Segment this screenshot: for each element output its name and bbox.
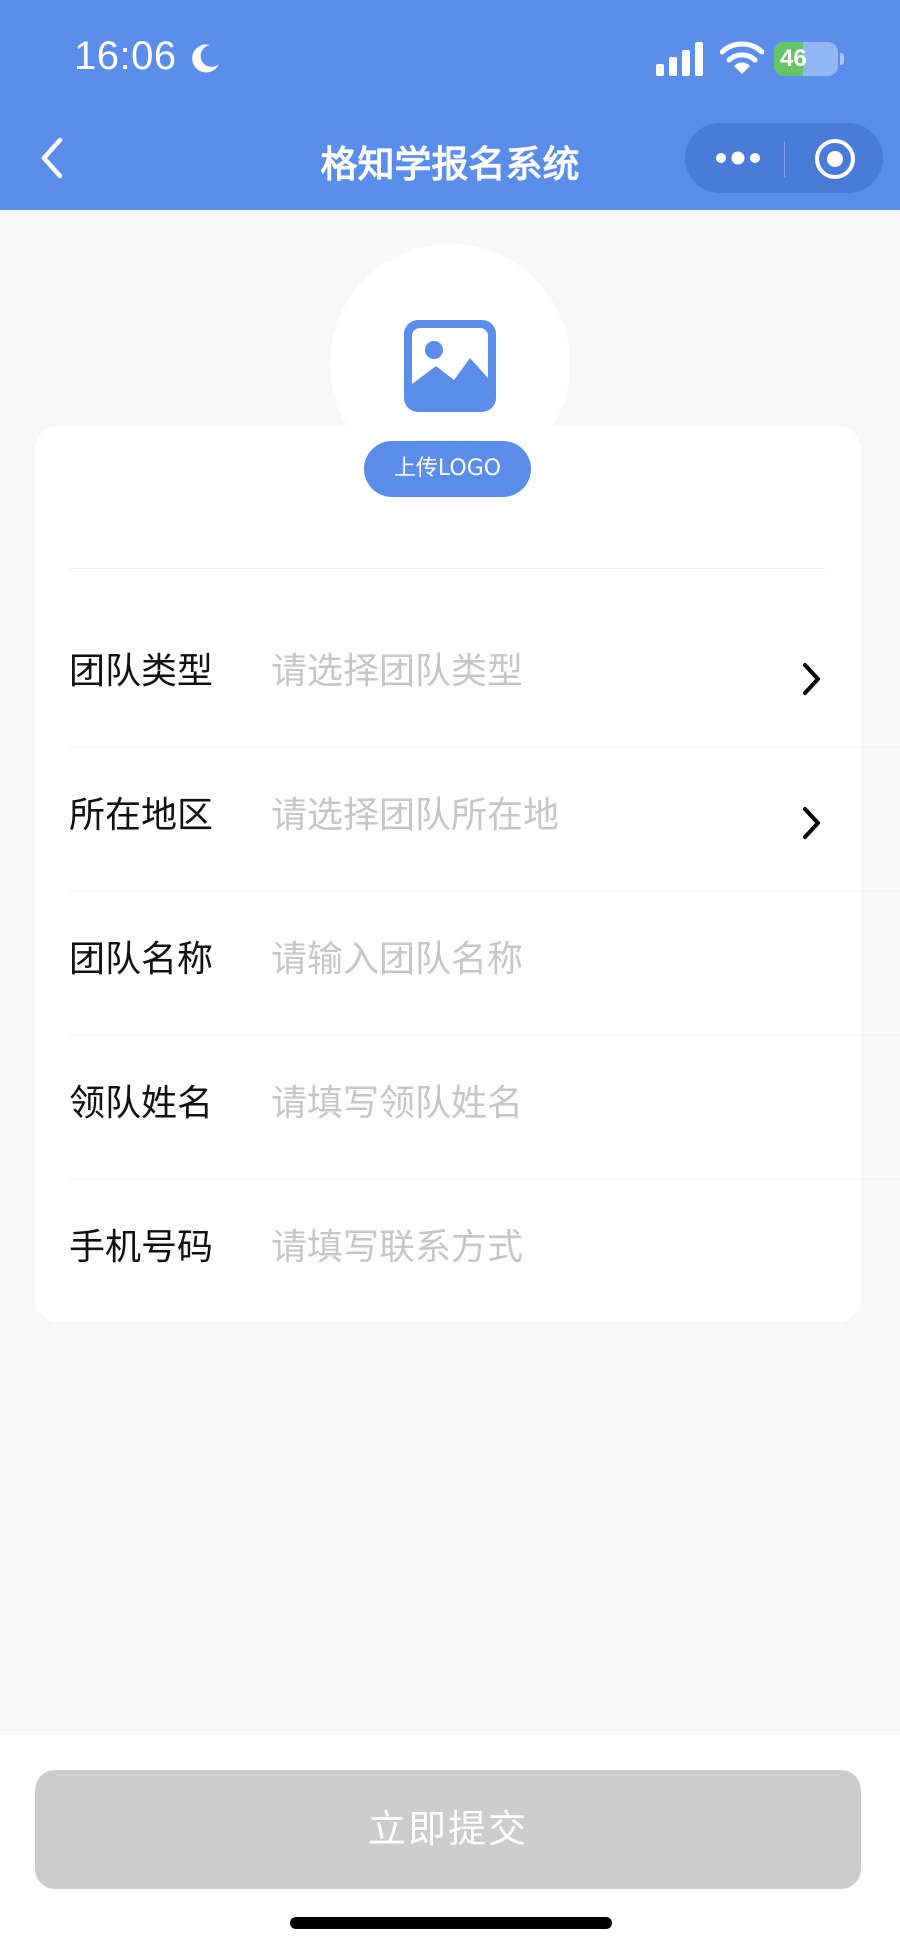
- target-close-icon[interactable]: [813, 137, 857, 181]
- region-picker[interactable]: 请选择团队所在地: [271, 794, 559, 838]
- team-type-picker[interactable]: 请选择团队类型: [271, 650, 523, 694]
- leader-name-input[interactable]: 请填写领队姓名: [271, 1082, 523, 1126]
- header-bar: 16:06 46 格知学报名系统: [0, 0, 900, 210]
- signal-icon: [656, 42, 703, 76]
- capsule-divider: [784, 141, 785, 177]
- chevron-right-icon: [803, 663, 820, 695]
- form-row-region[interactable]: 所在地区 请选择团队所在地: [69, 748, 900, 892]
- phone-label: 手机号码: [69, 1227, 214, 1268]
- phone-input[interactable]: 请填写联系方式: [271, 1226, 523, 1270]
- chevron-right-icon: [803, 807, 820, 839]
- home-indicator: [290, 1917, 612, 1929]
- team-name-input[interactable]: 请输入团队名称: [271, 938, 523, 982]
- form-row-leader-name: 领队姓名 请填写领队姓名: [69, 1036, 900, 1180]
- team-type-label: 团队类型: [69, 651, 214, 692]
- region-label: 所在地区: [69, 795, 214, 836]
- battery-tip: [840, 53, 844, 65]
- wifi-icon: [720, 41, 764, 74]
- battery-level: 46: [780, 45, 807, 72]
- leader-name-label: 领队姓名: [69, 1083, 214, 1124]
- mini-program-capsule: [684, 122, 884, 194]
- battery-icon: 46: [774, 42, 838, 76]
- card-divider: [69, 568, 826, 569]
- form-row-phone: 手机号码 请填写联系方式: [69, 1180, 900, 1324]
- moon-icon: [192, 44, 219, 73]
- form-row-team-type[interactable]: 团队类型 请选择团队类型: [69, 604, 900, 748]
- form-row-team-name: 团队名称 请输入团队名称: [69, 892, 900, 1036]
- team-name-label: 团队名称: [69, 939, 214, 980]
- submit-button[interactable]: 立即提交: [35, 1770, 861, 1889]
- status-time: 16:06: [74, 34, 177, 78]
- more-dots-icon[interactable]: [711, 137, 767, 179]
- upload-logo-button[interactable]: 上传LOGO: [364, 441, 531, 497]
- image-icon[interactable]: [402, 318, 498, 414]
